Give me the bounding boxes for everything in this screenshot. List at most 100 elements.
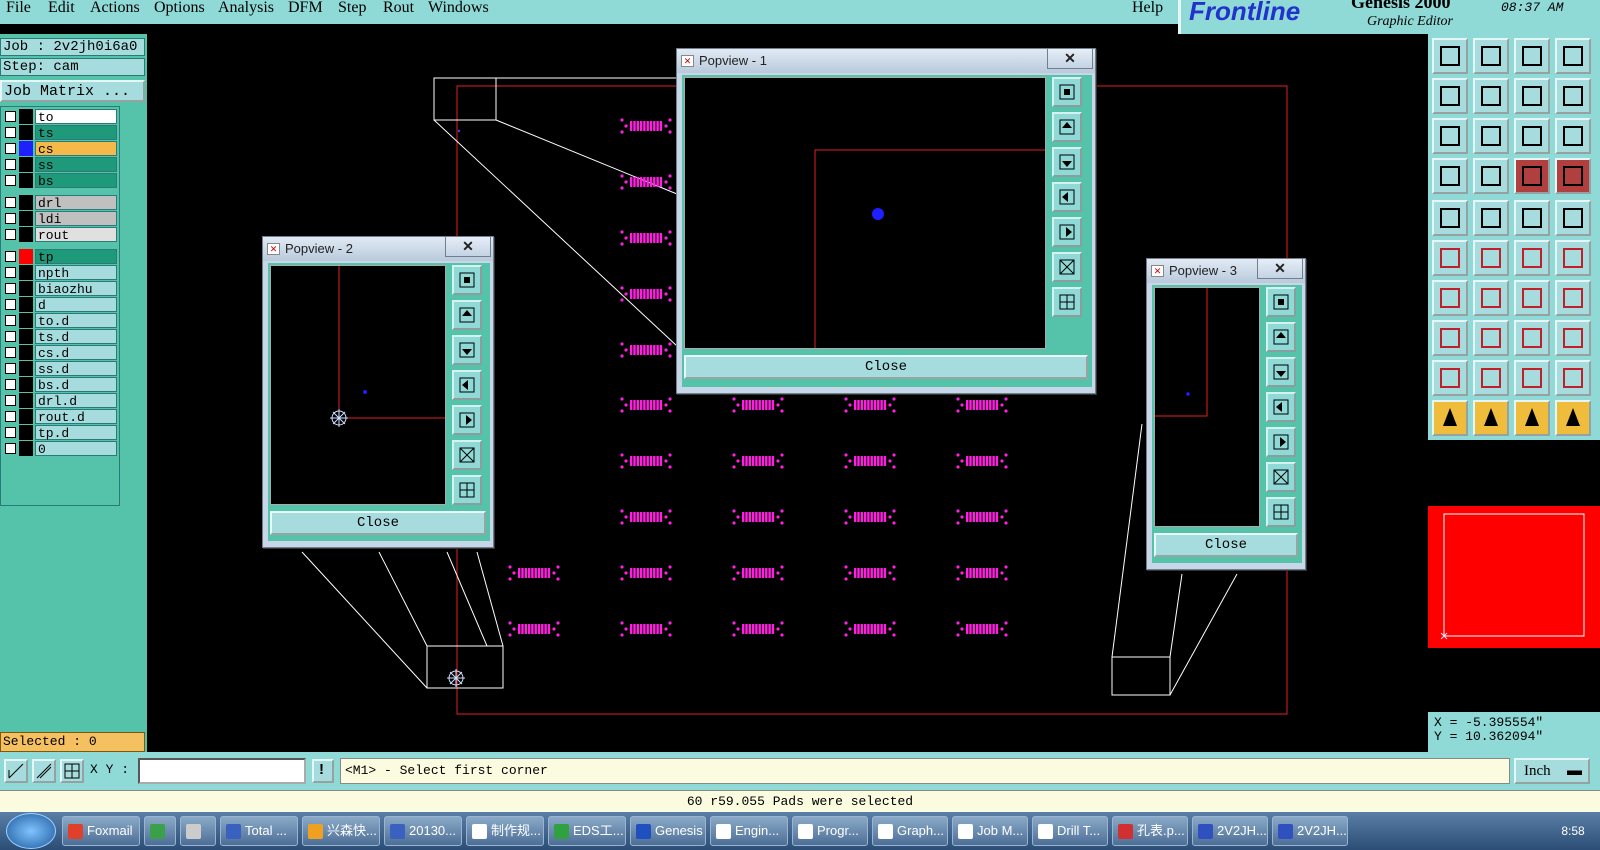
layer-name[interactable]: cs	[35, 141, 117, 157]
snap-mode-button[interactable]	[4, 759, 28, 783]
zoom-home-button[interactable]	[1052, 77, 1082, 107]
popview-1-titlebar[interactable]: ✕ Popview - 1	[677, 49, 1095, 73]
layer-checkbox[interactable]	[5, 347, 16, 358]
popview-1-close-button[interactable]: Close	[684, 355, 1088, 379]
layer-checkbox[interactable]	[5, 363, 16, 374]
layer-name[interactable]: drl.d	[35, 393, 117, 409]
popview-2-window[interactable]: ✕ Popview - 2 ✕ Close	[262, 236, 494, 548]
start-button[interactable]	[6, 813, 56, 849]
layer-row[interactable]: tp	[3, 249, 118, 265]
layer-checkbox[interactable]	[5, 443, 16, 454]
arch-button[interactable]	[1514, 360, 1550, 396]
layer-name[interactable]: to	[35, 109, 117, 125]
pan-left-button[interactable]	[1052, 182, 1082, 212]
zoom-in-button[interactable]	[1266, 462, 1296, 492]
save-button[interactable]	[1432, 38, 1468, 74]
triangle-button[interactable]	[1432, 360, 1468, 396]
pan-right-button[interactable]	[452, 405, 482, 435]
ruler-button[interactable]	[1514, 200, 1550, 236]
menu-file[interactable]: File	[6, 0, 31, 16]
copy-button[interactable]	[1555, 240, 1591, 276]
menu-options[interactable]: Options	[154, 0, 205, 16]
settings-button[interactable]	[1432, 158, 1468, 194]
layer-color-swatch[interactable]	[19, 157, 33, 172]
circle-button[interactable]	[1555, 200, 1591, 236]
taskbar-item[interactable]: Drill T...	[1032, 816, 1108, 846]
taskbar-item[interactable]: 兴森快...	[302, 816, 380, 846]
layer-name[interactable]: to.d	[35, 313, 117, 329]
popview-3-canvas[interactable]	[1154, 287, 1260, 527]
zoom-out-button[interactable]	[1266, 497, 1296, 527]
job-matrix-button[interactable]: Job Matrix ...	[0, 80, 145, 102]
layer-color-swatch[interactable]	[19, 425, 33, 440]
bridge-button[interactable]	[1555, 360, 1591, 396]
home-button[interactable]	[1514, 38, 1550, 74]
import-button[interactable]	[1432, 78, 1468, 114]
layer-name[interactable]: d	[35, 297, 117, 313]
taskbar-item[interactable]: Engin...	[710, 816, 788, 846]
layer-row[interactable]: bs	[3, 173, 118, 189]
popview-3-close-x-button[interactable]: ✕	[1257, 259, 1303, 279]
layer-name[interactable]: drl	[35, 195, 117, 211]
arc-button[interactable]	[1514, 280, 1550, 316]
layer-color-swatch[interactable]	[19, 361, 33, 376]
undo-button[interactable]	[1514, 78, 1550, 114]
menu-actions[interactable]: Actions	[90, 0, 140, 16]
layer-name[interactable]: bs	[35, 173, 117, 189]
layer-row[interactable]: drl	[3, 195, 118, 211]
layer-name[interactable]: ldi	[35, 211, 117, 227]
layer-checkbox[interactable]	[5, 427, 16, 438]
net-select-button[interactable]	[1514, 158, 1550, 194]
export-button[interactable]	[1473, 78, 1509, 114]
xy-input[interactable]	[138, 758, 306, 784]
transform-button[interactable]	[1555, 400, 1591, 436]
layer-row[interactable]: rout.d	[3, 409, 118, 425]
popview-1-window[interactable]: ✕ Popview - 1 ✕ Close	[676, 48, 1096, 394]
center-button[interactable]	[1473, 118, 1509, 154]
move-button[interactable]	[1514, 240, 1550, 276]
layer-name[interactable]: cs.d	[35, 345, 117, 361]
layer-row[interactable]: cs	[3, 141, 118, 157]
zoom-home-button[interactable]	[1266, 287, 1296, 317]
layer-checkbox[interactable]	[5, 315, 16, 326]
layer-checkbox[interactable]	[5, 213, 16, 224]
measure-mode-button[interactable]	[32, 759, 56, 783]
layer-color-swatch[interactable]	[19, 227, 33, 242]
layer-row[interactable]: npth	[3, 265, 118, 281]
layer-row[interactable]: to	[3, 109, 118, 125]
menu-edit[interactable]: Edit	[48, 0, 75, 16]
overview-thumbnail[interactable]	[1428, 440, 1600, 712]
layer-color-swatch[interactable]	[19, 125, 33, 140]
layer-row[interactable]: to.d	[3, 313, 118, 329]
layer-row[interactable]: bs.d	[3, 377, 118, 393]
popview-1-canvas[interactable]	[684, 77, 1046, 349]
taskbar-item[interactable]: Total ...	[220, 816, 298, 846]
layer-checkbox[interactable]	[5, 267, 16, 278]
layer-row[interactable]: biaozhu	[3, 281, 118, 297]
layer-checkbox[interactable]	[5, 411, 16, 422]
layer-row[interactable]: ts.d	[3, 329, 118, 345]
pan-down-button[interactable]	[1266, 357, 1296, 387]
layer-color-swatch[interactable]	[19, 393, 33, 408]
menu-windows[interactable]: Windows	[428, 0, 489, 16]
pan-right-button[interactable]	[1266, 427, 1296, 457]
taskbar-item[interactable]: Foxmail	[62, 816, 140, 846]
taskbar-item[interactable]: Job M...	[952, 816, 1028, 846]
layer-color-swatch[interactable]	[19, 109, 33, 124]
help-button[interactable]	[1555, 118, 1591, 154]
layer-color-swatch[interactable]	[19, 211, 33, 226]
layer-checkbox[interactable]	[5, 379, 16, 390]
layer-checkbox[interactable]	[5, 251, 16, 262]
delete-button[interactable]	[1473, 240, 1509, 276]
pan-down-button[interactable]	[1052, 147, 1082, 177]
taskbar-item[interactable]	[144, 816, 176, 846]
layer-row[interactable]: tp.d	[3, 425, 118, 441]
connect-button[interactable]	[1432, 240, 1468, 276]
menu-help[interactable]: Help	[1132, 0, 1163, 16]
pan-right-button[interactable]	[1052, 217, 1082, 247]
zoom-out-button[interactable]	[1052, 287, 1082, 317]
resize-button[interactable]	[1514, 320, 1550, 356]
pointer-button[interactable]	[1473, 400, 1509, 436]
layer-name[interactable]: tp	[35, 249, 117, 265]
popview-2-close-x-button[interactable]: ✕	[445, 237, 491, 257]
